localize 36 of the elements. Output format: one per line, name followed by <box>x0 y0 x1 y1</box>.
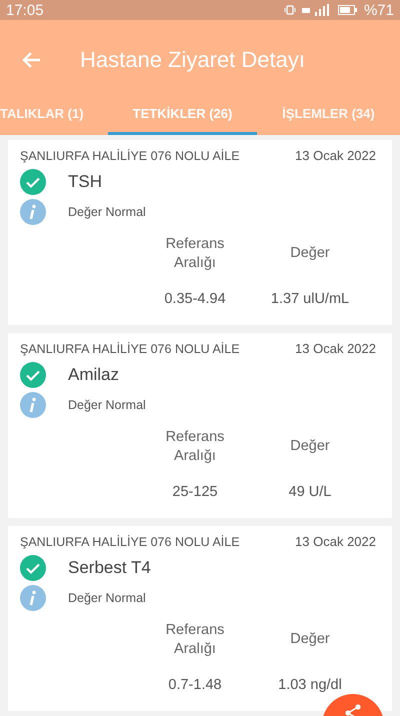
test-name: TSH <box>68 172 102 192</box>
status-time: 17:05 <box>6 2 44 18</box>
result-note: Değer Normal <box>68 398 146 412</box>
reference-range: 0.35-4.94 <box>164 290 226 307</box>
column-header: Referans Aralığı <box>164 621 226 659</box>
result-value: 1.37 ulU/mL <box>270 290 350 307</box>
column-header: Değer <box>289 630 331 650</box>
signal-icon <box>302 4 332 16</box>
reference-range: 0.7-1.48 <box>168 676 222 693</box>
tab[interactable]: TALIKLAR (1) <box>0 100 108 135</box>
result-date: 13 Ocak 2022 <box>295 341 376 356</box>
result-date: 13 Ocak 2022 <box>295 534 376 549</box>
result-date: 13 Ocak 2022 <box>295 148 376 163</box>
tab[interactable]: İŞLEMLER (34) <box>257 100 400 135</box>
battery-level: %71 <box>364 2 394 18</box>
institution-name: ŞANLIURFA HALİLİYE 076 NOLU AİLE <box>20 342 240 356</box>
result-value: 49 U/L <box>288 484 332 500</box>
institution-name: ŞANLIURFA HALİLİYE 076 NOLU AİLE <box>20 148 240 162</box>
institution-name: ŞANLIURFA HALİLİYE 076 NOLU AİLE <box>20 534 240 548</box>
battery-icon <box>338 5 358 15</box>
info-icon <box>20 392 46 418</box>
reference-range: 25-125 <box>172 484 218 500</box>
vibrate-icon <box>284 5 296 15</box>
column-header: Referans Aralığı <box>164 428 226 466</box>
column-header: Değer <box>289 437 331 456</box>
info-icon <box>20 199 46 225</box>
column-header: Değer <box>289 244 331 264</box>
tab[interactable]: TETKİKLER (26) <box>108 100 257 135</box>
result-note: Değer Normal <box>68 591 146 605</box>
info-icon <box>20 585 46 611</box>
column-header: Referans Aralığı <box>164 235 226 273</box>
test-name: Amilaz <box>68 365 120 385</box>
test-name: Serbest T4 <box>68 558 151 578</box>
result-value: 1.03 ng/dl <box>278 676 342 693</box>
screen-title: Hastane Ziyaret Detayı <box>80 47 305 73</box>
result-note: Değer Normal <box>68 205 146 219</box>
